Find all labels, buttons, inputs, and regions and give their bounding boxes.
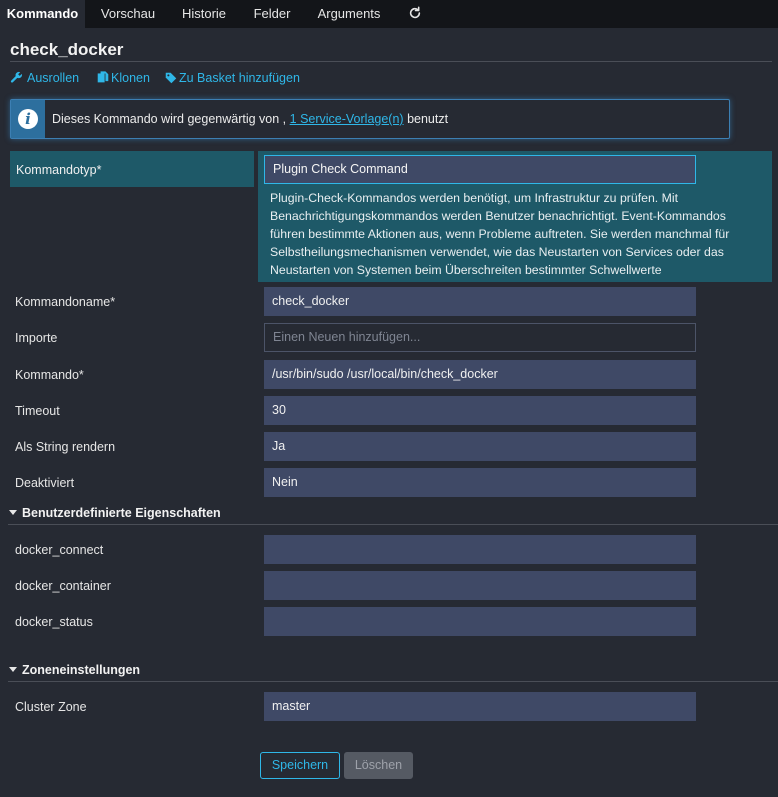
zone-settings-divider bbox=[8, 681, 778, 682]
tag-icon bbox=[165, 72, 177, 84]
docker-container-input[interactable] bbox=[264, 571, 696, 600]
custom-properties-toggle[interactable]: Benutzerdefinierte Eigenschaften bbox=[9, 506, 221, 520]
service-template-link[interactable]: 1 Service-Vorlage(n) bbox=[290, 112, 404, 126]
info-prefix: Dieses Kommando wird gegenwärtig von , bbox=[52, 112, 287, 126]
refresh-icon[interactable] bbox=[398, 0, 432, 28]
tab-bar: Kommando Vorschau Historie Felder Argume… bbox=[0, 0, 778, 28]
tab-vorschau[interactable]: Vorschau bbox=[90, 0, 166, 28]
render-string-select[interactable]: Ja bbox=[264, 432, 696, 461]
basket-label: Zu Basket hinzufügen bbox=[179, 71, 300, 85]
command-name-label: Kommandoname* bbox=[15, 295, 116, 309]
tab-kommando[interactable]: Kommando bbox=[0, 0, 85, 28]
cluster-zone-select[interactable]: master bbox=[264, 692, 696, 721]
custom-properties-divider bbox=[8, 524, 778, 525]
disabled-select[interactable]: Nein bbox=[264, 468, 696, 497]
command-type-label-box: Kommandotyp* bbox=[10, 151, 254, 187]
command-type-label: Kommandotyp* bbox=[16, 163, 102, 177]
info-icon: i bbox=[18, 109, 38, 129]
docker-connect-input[interactable] bbox=[264, 535, 696, 564]
clone-link[interactable]: Klonen bbox=[97, 71, 150, 85]
docker-status-input[interactable] bbox=[264, 607, 696, 636]
wrench-icon bbox=[10, 71, 22, 83]
cluster-zone-label: Cluster Zone bbox=[15, 700, 87, 714]
command-input[interactable]: /usr/bin/sudo /usr/local/bin/check_docke… bbox=[264, 360, 696, 389]
caret-down-icon bbox=[9, 667, 17, 672]
info-box: i Dieses Kommando wird gegenwärtig von ,… bbox=[10, 99, 730, 139]
timeout-label: Timeout bbox=[15, 404, 60, 418]
clone-label: Klonen bbox=[111, 71, 150, 85]
rollout-label: Ausrollen bbox=[27, 71, 80, 85]
copy-icon bbox=[97, 71, 109, 83]
docker-container-label: docker_container bbox=[15, 579, 111, 593]
page-title: check_docker bbox=[10, 40, 124, 59]
tab-felder[interactable]: Felder bbox=[244, 0, 300, 28]
save-button[interactable]: Speichern bbox=[260, 752, 340, 779]
docker-status-label: docker_status bbox=[15, 615, 93, 629]
info-message: Dieses Kommando wird gegenwärtig von , 1… bbox=[52, 112, 448, 126]
imports-input[interactable]: Einen Neuen hinzufügen... bbox=[264, 323, 696, 352]
custom-properties-title: Benutzerdefinierte Eigenschaften bbox=[22, 506, 221, 520]
title-divider bbox=[10, 61, 772, 62]
delete-button[interactable]: Löschen bbox=[344, 752, 413, 779]
imports-label: Importe bbox=[15, 331, 58, 345]
docker-connect-label: docker_connect bbox=[15, 543, 104, 557]
zone-settings-toggle[interactable]: Zoneneinstellungen bbox=[9, 663, 140, 677]
caret-down-icon bbox=[9, 510, 17, 515]
timeout-input[interactable]: 30 bbox=[264, 396, 696, 425]
tab-historie[interactable]: Historie bbox=[172, 0, 236, 28]
tab-arguments[interactable]: Arguments bbox=[308, 0, 390, 28]
basket-link[interactable]: Zu Basket hinzufügen bbox=[165, 71, 300, 85]
command-type-description: Plugin-Check-Kommandos werden benötigt, … bbox=[270, 191, 730, 277]
command-name-input[interactable]: check_docker bbox=[264, 287, 696, 316]
info-icon-area: i bbox=[11, 100, 45, 138]
disabled-label: Deaktiviert bbox=[15, 476, 75, 490]
command-type-select[interactable]: Plugin Check Command bbox=[264, 155, 696, 184]
zone-settings-title: Zoneneinstellungen bbox=[22, 663, 141, 677]
render-string-label: Als String rendern bbox=[15, 440, 116, 454]
command-label: Kommando* bbox=[15, 368, 84, 382]
rollout-link[interactable]: Ausrollen bbox=[10, 71, 79, 85]
info-suffix: benutzt bbox=[407, 112, 449, 126]
